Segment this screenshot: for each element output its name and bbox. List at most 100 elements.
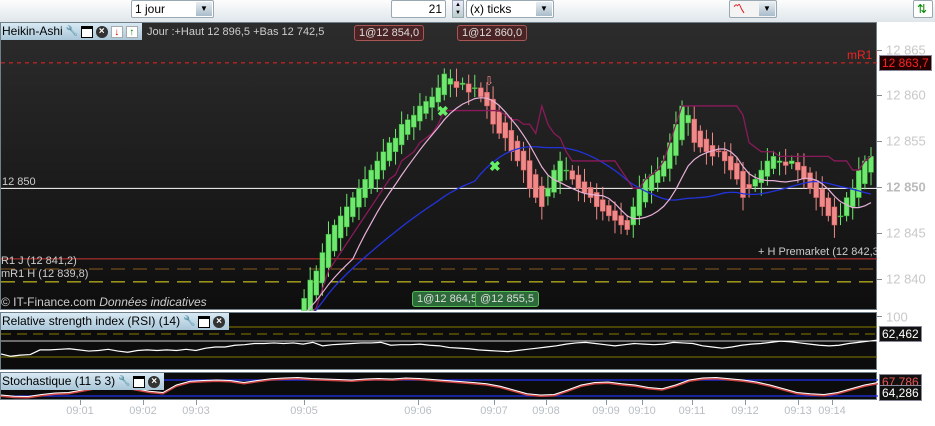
candle-body bbox=[472, 87, 478, 89]
maximize-icon[interactable] bbox=[133, 375, 146, 388]
candle-body bbox=[563, 169, 569, 172]
candle-body bbox=[843, 197, 850, 217]
candle-body bbox=[411, 114, 417, 128]
rsi-title: Relative strength index (RSI) (14) bbox=[2, 314, 181, 328]
axis-label: 12 840 bbox=[886, 271, 926, 287]
candle-body bbox=[825, 197, 832, 217]
arrow-up-icon[interactable]: ↑ bbox=[125, 25, 138, 38]
chevron-down-icon: ▼ bbox=[536, 2, 552, 16]
candle-body bbox=[435, 87, 441, 103]
candle-body bbox=[441, 73, 448, 96]
candle-body bbox=[362, 178, 368, 199]
candle-body bbox=[325, 233, 332, 269]
disclaimer: Données indicatives bbox=[99, 295, 207, 309]
candle-body bbox=[337, 215, 344, 239]
candle-body bbox=[819, 188, 825, 207]
candle-body bbox=[386, 142, 393, 162]
rsi-line bbox=[1, 339, 878, 357]
candle-body bbox=[697, 130, 704, 148]
candle-body bbox=[837, 215, 844, 218]
candle-body bbox=[344, 206, 350, 228]
chart-title: Heikin-Ashi bbox=[2, 24, 63, 38]
candle-body bbox=[624, 220, 630, 230]
candle-body bbox=[856, 169, 862, 198]
candle-body bbox=[319, 252, 326, 284]
toolbar: 1 jour ▼ 21 ▲ ▼ (x) ticks ▼ 〽 ▼ ⇅ bbox=[0, 0, 935, 22]
order-tag[interactable]: @12 855,5 bbox=[475, 291, 539, 307]
candle-body bbox=[447, 78, 454, 85]
candle-body bbox=[587, 187, 594, 198]
candle-body bbox=[758, 169, 765, 184]
candle-body bbox=[551, 169, 557, 193]
candle-body bbox=[782, 161, 789, 166]
candle-body bbox=[770, 156, 777, 169]
stochastic-panel[interactable]: Stochastique (11 5 3) 🔧 × bbox=[0, 372, 878, 400]
wrench-icon[interactable]: 🔧 bbox=[66, 26, 78, 38]
candle-body bbox=[404, 119, 411, 135]
order-tag[interactable]: 1@12 860,0 bbox=[457, 25, 528, 41]
wrench-icon[interactable]: 🔧 bbox=[118, 376, 130, 388]
copyright-text: © IT-Finance.com bbox=[1, 295, 96, 309]
candle-body bbox=[691, 118, 697, 143]
time-label: 09:07 bbox=[480, 405, 508, 417]
price-chart: ✖ ✖ ⇩ bbox=[1, 62, 878, 311]
period-select[interactable]: 1 jour ▼ bbox=[131, 0, 214, 18]
candle-body bbox=[703, 138, 710, 153]
candle-body bbox=[648, 174, 655, 191]
maximize-icon[interactable] bbox=[198, 315, 211, 328]
candle-body bbox=[849, 188, 856, 207]
candle-body bbox=[459, 82, 466, 85]
chevron-down-icon: ▼ bbox=[196, 2, 212, 16]
close-icon[interactable]: × bbox=[148, 375, 161, 388]
axis-label: 12 860 bbox=[886, 87, 926, 103]
candle-body bbox=[465, 83, 472, 93]
buy-marker-icon: ✖ bbox=[437, 103, 449, 119]
time-label: 09:05 bbox=[290, 405, 318, 417]
price-panel-header: Heikin-Ashi 🔧 × ↓ ↑ bbox=[1, 23, 142, 40]
candle-body bbox=[868, 156, 874, 173]
sort-button[interactable]: ⇅ bbox=[913, 0, 933, 18]
candle-body bbox=[618, 215, 624, 226]
candle-body bbox=[764, 160, 771, 177]
price-chart-panel[interactable]: ✖ ✖ ⇩ Heikin-Ashi 🔧 × ↓ ↑ Jour :+Haut 12 8… bbox=[0, 22, 884, 311]
time-label: 09:12 bbox=[731, 405, 759, 417]
chart-type-button[interactable]: 〽 ▼ bbox=[729, 0, 777, 18]
stochastic-title: Stochastique (11 5 3) bbox=[2, 374, 116, 388]
candle-body bbox=[801, 165, 807, 180]
candle-body bbox=[789, 160, 795, 164]
rsi-header: Relative strength index (RSI) (14) 🔧 × bbox=[1, 313, 230, 330]
candle-body bbox=[350, 197, 356, 218]
candle-body bbox=[715, 150, 722, 153]
order-tag[interactable]: 1@12 864,5 bbox=[412, 291, 483, 307]
chart-type-icon: 〽 bbox=[733, 2, 746, 16]
rsi-value-badge: 62,462 bbox=[879, 326, 922, 342]
candle-body bbox=[807, 172, 813, 189]
time-label: 09:06 bbox=[404, 405, 432, 417]
rsi-panel[interactable]: Relative strength index (RSI) (14) 🔧 × bbox=[0, 312, 878, 370]
close-icon[interactable]: × bbox=[95, 25, 108, 38]
axis-label: 100 bbox=[886, 309, 908, 325]
candle-body bbox=[581, 181, 588, 194]
candle-body bbox=[520, 150, 527, 171]
candle-body bbox=[746, 184, 752, 189]
chevron-down-icon: ▼ bbox=[759, 2, 775, 16]
ticks-stepper[interactable]: ▲ ▼ bbox=[452, 0, 464, 18]
time-label: 09:03 bbox=[182, 405, 210, 417]
arrow-down-icon[interactable]: ↓ bbox=[110, 25, 123, 38]
ticks-unit-select[interactable]: (x) ticks ▼ bbox=[466, 0, 554, 18]
maximize-icon[interactable] bbox=[80, 25, 93, 38]
order-tag[interactable]: 1@12 854,0 bbox=[354, 25, 425, 41]
close-icon[interactable]: × bbox=[213, 315, 226, 328]
candle-body bbox=[356, 188, 362, 208]
candle-body bbox=[734, 162, 740, 180]
candle-body bbox=[429, 96, 435, 108]
candle-body bbox=[545, 188, 551, 197]
time-label: 09:11 bbox=[678, 405, 706, 417]
envelope-line bbox=[313, 103, 872, 311]
candle-body bbox=[398, 124, 405, 146]
ticks-input[interactable]: 21 bbox=[391, 0, 446, 18]
time-label: 09:13 bbox=[784, 405, 812, 417]
axis-label: 12 850 bbox=[886, 179, 926, 195]
wrench-icon[interactable]: 🔧 bbox=[183, 316, 195, 328]
candle-body bbox=[575, 174, 582, 189]
